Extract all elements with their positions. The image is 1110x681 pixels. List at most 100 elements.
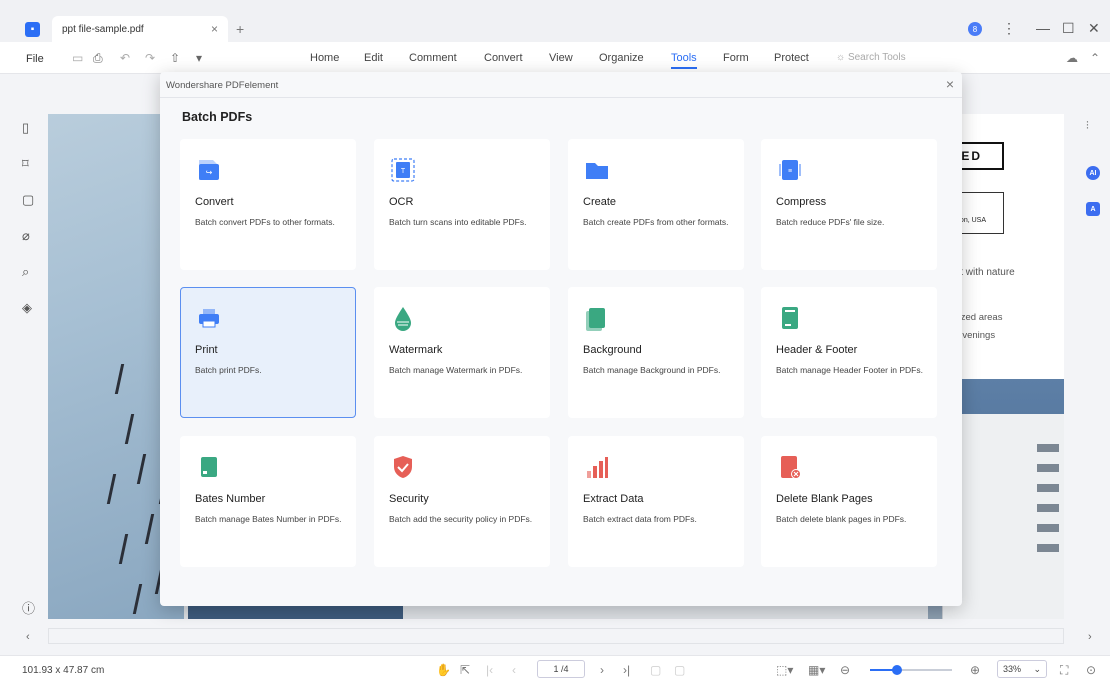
zoom-slider[interactable] xyxy=(870,665,952,675)
prev-page-icon[interactable]: ‹ xyxy=(512,663,516,677)
zoom-select[interactable]: 33% ⌄ xyxy=(997,660,1047,678)
card-description: Batch manage Bates Number in PDFs. xyxy=(195,514,342,524)
save-icon[interactable]: ▭ xyxy=(72,51,83,65)
next-page-icon[interactable]: › xyxy=(600,663,604,677)
menu-protect[interactable]: Protect xyxy=(774,52,809,64)
redo-icon[interactable]: ↷ xyxy=(145,51,155,65)
file-menu[interactable]: File xyxy=(26,53,44,65)
zoom-in-icon[interactable]: ⊕ xyxy=(970,663,980,677)
left-sidebar: ▯ ⌑ ▢ ⌀ ⌕ ◈ ⓘ xyxy=(0,104,46,624)
attachment-icon[interactable]: ⌀ xyxy=(22,228,30,244)
select-tool-icon[interactable]: ⇱ xyxy=(460,663,470,677)
tab-close-icon[interactable]: × xyxy=(211,22,218,36)
fullscreen-icon[interactable]: ⛶ xyxy=(1060,663,1068,678)
batch-card-compress[interactable]: ≡ Compress Batch reduce PDFs' file size. xyxy=(761,139,937,270)
batch-card-security[interactable]: Security Batch add the security policy in… xyxy=(374,436,550,567)
zoom-slider-knob[interactable] xyxy=(892,665,903,675)
card-title: Delete Blank Pages xyxy=(776,493,873,505)
card-title: Watermark xyxy=(389,344,443,356)
print-icon[interactable]: ⎙ xyxy=(93,51,103,66)
menu-edit[interactable]: Edit xyxy=(364,52,383,64)
ai-assistant-icon[interactable]: AI xyxy=(1086,166,1100,180)
menu-view[interactable]: View xyxy=(549,52,573,64)
maximize-button[interactable]: ☐ xyxy=(1062,20,1075,37)
first-page-icon[interactable]: |‹ xyxy=(486,663,493,677)
delete-page-icon xyxy=(776,453,804,481)
convert-icon: ↪ xyxy=(195,156,223,184)
crop-icon[interactable]: ▢ xyxy=(674,663,685,677)
collapse-icon[interactable]: ⌃ xyxy=(1090,51,1100,65)
background-page-icon xyxy=(583,304,611,332)
card-title: Compress xyxy=(776,196,827,208)
card-description: Batch create PDFs from other formats. xyxy=(583,217,729,227)
fit-page-icon[interactable]: ⬚▾ xyxy=(776,663,793,677)
close-window-button[interactable]: ✕ xyxy=(1088,20,1100,37)
minimize-button[interactable]: — xyxy=(1036,20,1050,36)
shield-check-icon xyxy=(389,453,417,481)
horizontal-scrollbar[interactable] xyxy=(48,628,1064,644)
search-icon[interactable]: ⌕ xyxy=(22,264,29,280)
bates-number-icon xyxy=(195,453,223,481)
batch-card-create[interactable]: Create Batch create PDFs from other forma… xyxy=(568,139,744,270)
reading-mode-icon[interactable]: ⊙ xyxy=(1086,663,1096,677)
document-tab[interactable]: ppt file-sample.pdf × xyxy=(52,16,228,42)
layers-icon[interactable]: ◈ xyxy=(22,300,32,316)
menu-organize[interactable]: Organize xyxy=(599,52,644,64)
zoom-out-icon[interactable]: ⊖ xyxy=(840,663,850,677)
batch-card-ocr[interactable]: T OCR Batch turn scans into editable PDFs. xyxy=(374,139,550,270)
batch-card-background[interactable]: Background Batch manage Background in PDF… xyxy=(568,287,744,418)
undo-icon[interactable]: ↶ xyxy=(120,51,130,65)
compress-icon: ≡ xyxy=(776,156,804,184)
menu-home[interactable]: Home xyxy=(310,52,339,64)
menu-convert[interactable]: Convert xyxy=(484,52,523,64)
cloud-icon[interactable]: ☁ xyxy=(1066,51,1078,65)
card-title: Extract Data xyxy=(583,493,644,505)
new-tab-button[interactable]: + xyxy=(236,21,244,37)
menu-bar: File ▭ ⎙ ↶ ↷ ⇧ ▾ Home Edit Comment Conve… xyxy=(0,42,1110,74)
bookmark-icon[interactable]: ⌑ xyxy=(22,156,29,172)
svg-text:↪: ↪ xyxy=(206,168,213,177)
help-icon[interactable]: ⓘ xyxy=(22,598,35,617)
scroll-right-icon[interactable]: › xyxy=(1088,631,1092,643)
avatar[interactable]: 8 xyxy=(968,22,982,36)
card-description: Batch add the security policy in PDFs. xyxy=(389,514,533,524)
batch-card-watermark[interactable]: Watermark Batch manage Watermark in PDFs. xyxy=(374,287,550,418)
lightbulb-icon: ☼ xyxy=(836,52,848,63)
bar-chart-icon xyxy=(583,453,611,481)
document-image-strip xyxy=(188,604,403,619)
card-title: Background xyxy=(583,344,642,356)
menu-form[interactable]: Form xyxy=(723,52,749,64)
scroll-left-icon[interactable]: ‹ xyxy=(26,631,30,643)
more-options-icon[interactable]: ⋮ xyxy=(1002,20,1016,37)
card-title: Bates Number xyxy=(195,493,266,505)
svg-text:T: T xyxy=(401,168,406,175)
batch-card-bates-number[interactable]: Bates Number Batch manage Bates Number in… xyxy=(180,436,356,567)
batch-card-extract-data[interactable]: Extract Data Batch extract data from PDFs… xyxy=(568,436,744,567)
card-title: OCR xyxy=(389,196,414,208)
page-layout-icon[interactable]: ▦▾ xyxy=(808,663,825,677)
batch-card-header-footer[interactable]: Header & Footer Batch manage Header Foote… xyxy=(761,287,937,418)
comment-icon[interactable]: ▢ xyxy=(22,192,34,208)
card-title: Security xyxy=(389,493,429,505)
last-page-icon[interactable]: ›| xyxy=(623,663,630,677)
page-number-input[interactable]: 1 /4 xyxy=(537,660,585,678)
menu-comment[interactable]: Comment xyxy=(409,52,457,64)
batch-card-delete-blank-pages[interactable]: Delete Blank Pages Batch delete blank pag… xyxy=(761,436,937,567)
folder-icon xyxy=(583,156,611,184)
card-description: Batch convert PDFs to other formats. xyxy=(195,217,335,227)
search-tools-input[interactable]: ☼ Search Tools xyxy=(836,52,906,63)
menu-tools[interactable]: Tools xyxy=(671,52,697,69)
batch-pdfs-dialog: Wondershare PDFelement × Batch PDFs ↪ Con… xyxy=(160,72,962,606)
batch-card-convert[interactable]: ↪ Convert Batch convert PDFs to other form… xyxy=(180,139,356,270)
page-thumbnail-icon[interactable]: ▯ xyxy=(22,120,29,136)
rotate-icon[interactable]: ▢ xyxy=(650,663,661,677)
share-icon[interactable]: ⇧ xyxy=(170,51,180,65)
customize-dropdown-icon[interactable]: ▾ xyxy=(196,51,202,65)
card-description: Batch manage Background in PDFs. xyxy=(583,365,721,375)
card-title: Header & Footer xyxy=(776,344,858,356)
batch-card-print[interactable]: Print Batch print PDFs. xyxy=(180,287,356,418)
ai-translate-icon[interactable]: A xyxy=(1086,202,1100,216)
dialog-close-button[interactable]: × xyxy=(946,76,954,92)
properties-icon[interactable]: ⫶ xyxy=(1086,120,1089,133)
hand-tool-icon[interactable]: ✋ xyxy=(436,663,451,677)
